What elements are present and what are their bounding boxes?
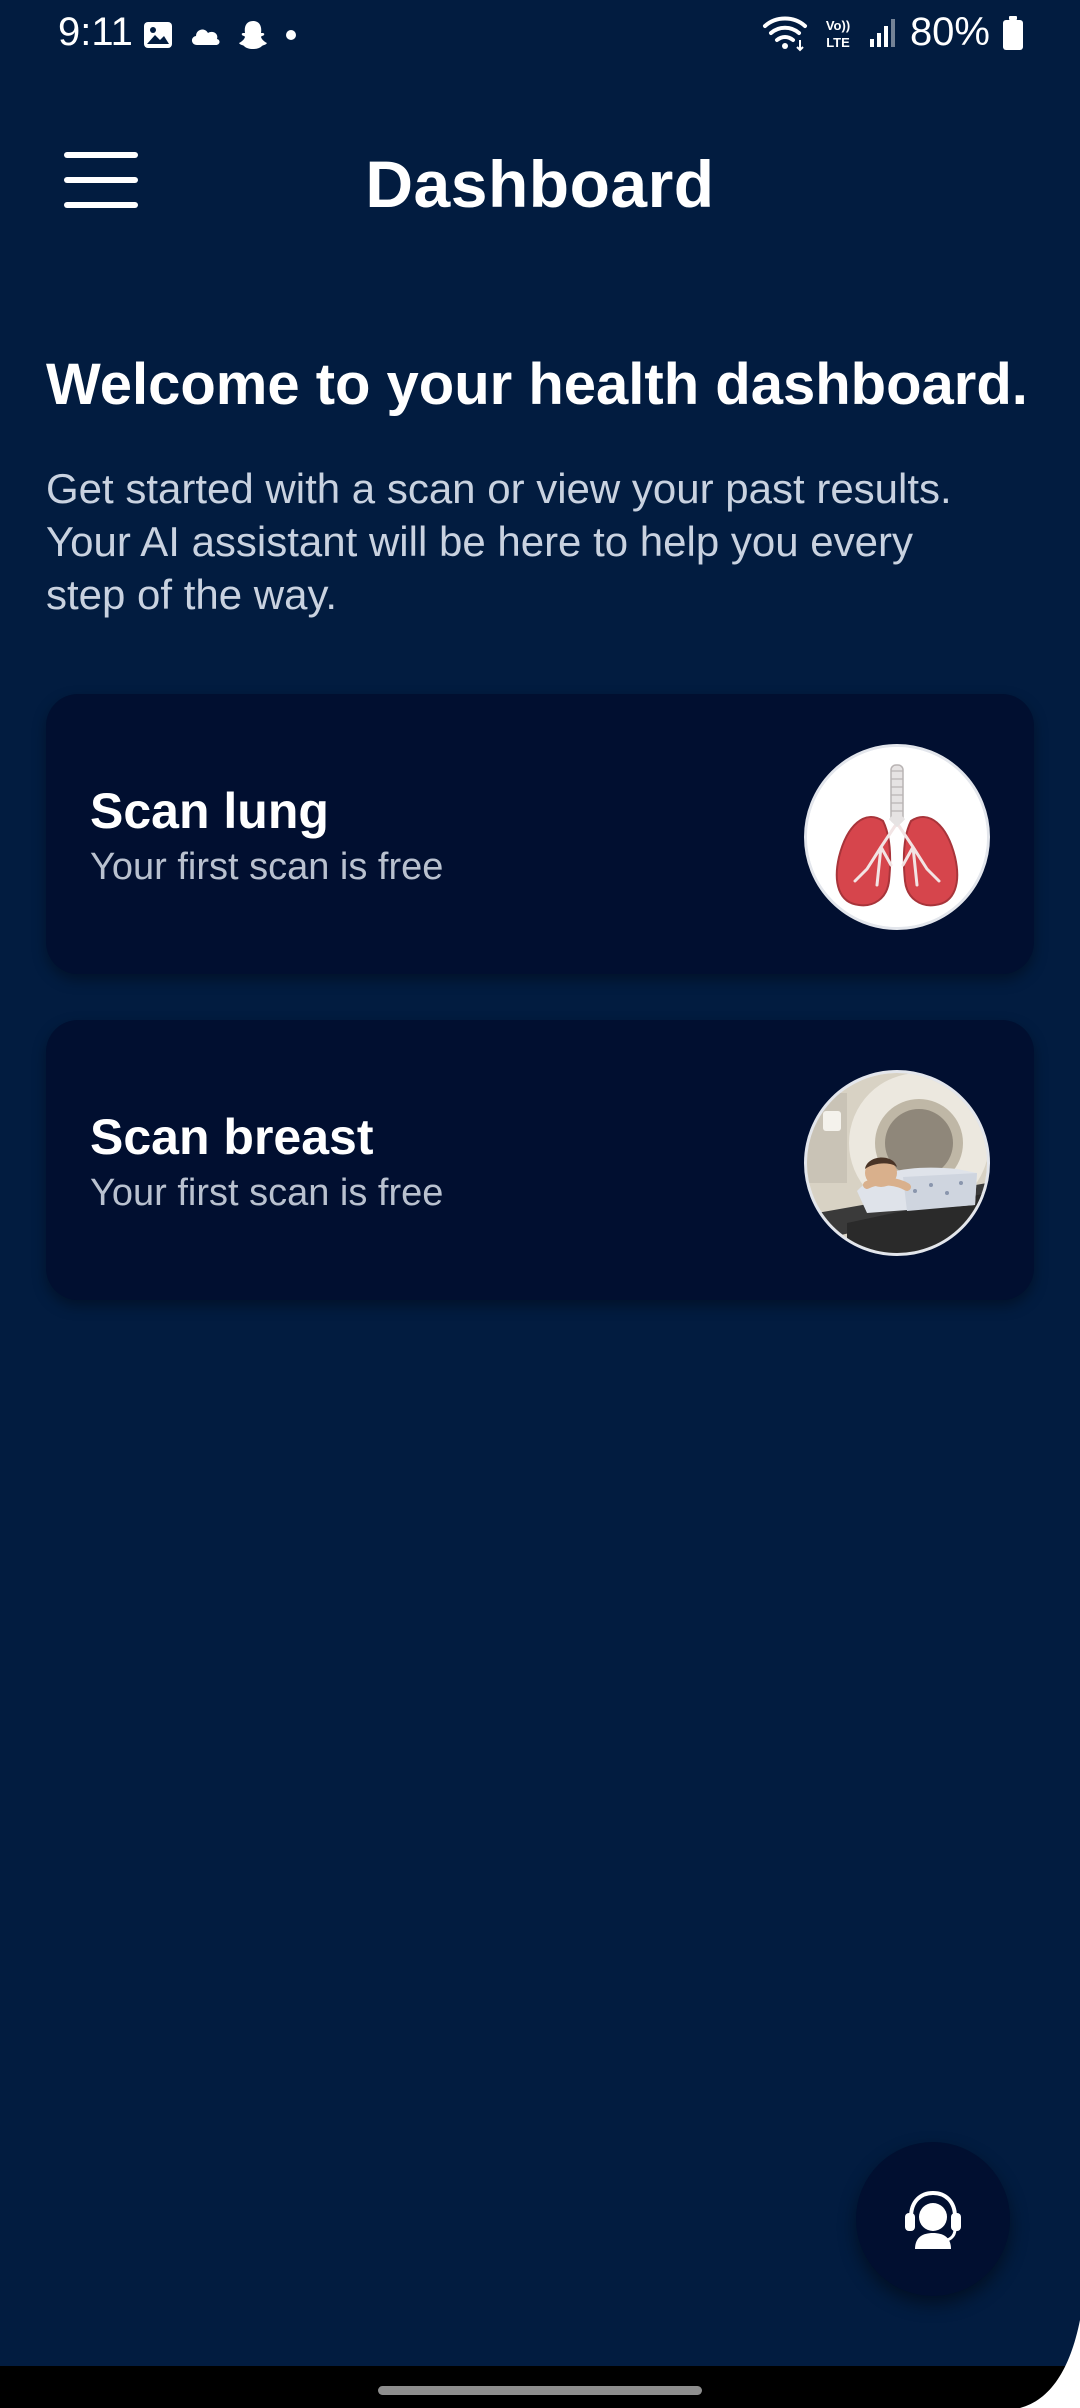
scan-breast-card[interactable]: Scan breast Your first scan is free	[46, 1020, 1034, 1300]
battery-icon	[1003, 15, 1023, 50]
patient-scanner-photo	[804, 1070, 990, 1256]
battery-percent: 80%	[909, 10, 990, 54]
svg-text:Vo)): Vo))	[826, 18, 850, 33]
status-bar: 9:11 Vo)) LTE 80%	[0, 0, 1080, 72]
welcome-title: Welcome to your health dashboard.	[46, 352, 1028, 417]
welcome-subtitle: Get started with a scan or view your pas…	[46, 462, 1046, 621]
status-time: 9:11	[58, 10, 133, 54]
page-title: Dashboard	[365, 147, 715, 221]
card-title: Scan lung	[90, 783, 329, 839]
network-label: LTE	[826, 35, 850, 50]
signal-icon	[869, 18, 895, 47]
card-title: Scan breast	[90, 1109, 374, 1165]
ai-assistant-headset-icon	[905, 2190, 961, 2249]
screen-corner	[1020, 2320, 1080, 2408]
card-subtitle: Your first scan is free	[90, 1172, 444, 1214]
cloud-icon	[191, 29, 220, 45]
wifi-icon	[762, 16, 807, 51]
scan-lung-card[interactable]: Scan lung Your first scan is free	[46, 694, 1034, 974]
gallery-icon	[144, 22, 172, 48]
dot-icon	[286, 30, 296, 40]
lungs-illustration	[804, 744, 990, 930]
ai-assistant-button[interactable]	[856, 2142, 1010, 2296]
status-system-icons: Vo)) LTE 80%	[762, 10, 1024, 55]
snapchat-icon	[239, 21, 267, 49]
home-indicator[interactable]	[378, 2386, 702, 2395]
volte-icon: Vo)) LTE	[826, 18, 850, 50]
welcome-subtitle-line: Your AI assistant will be here to help y…	[46, 518, 913, 565]
welcome-subtitle-line: Get started with a scan or view your pas…	[46, 465, 952, 512]
status-notification-icons	[142, 18, 298, 52]
card-subtitle: Your first scan is free	[90, 846, 444, 888]
welcome-subtitle-line: step of the way.	[46, 571, 338, 618]
